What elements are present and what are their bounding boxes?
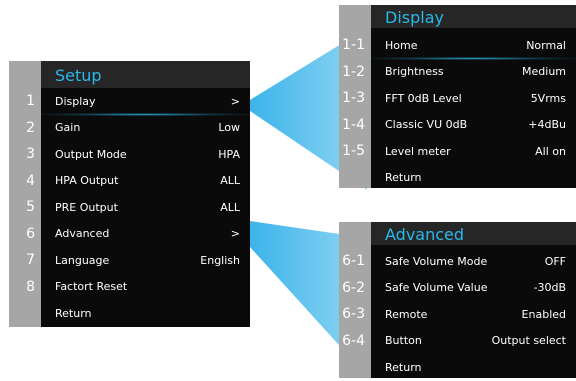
menu-item-label: Display <box>55 94 96 108</box>
menu-item[interactable]: Brightness Medium <box>371 59 576 86</box>
item-number: 6-1 <box>342 253 365 269</box>
item-number: 1 <box>26 93 35 109</box>
menu-item-label: Advanced <box>55 227 110 241</box>
menu-item-value: English <box>200 253 240 267</box>
item-number: 6 <box>26 225 35 242</box>
item-number: 1-5 <box>342 143 365 159</box>
menu-item-label: Language <box>55 253 110 267</box>
item-number: 4 <box>26 172 35 189</box>
menu-item[interactable]: HPA Output ALL <box>41 168 250 195</box>
menu-item[interactable]: Advanced > <box>41 221 250 248</box>
menu-item-value: +4dBu <box>528 118 566 132</box>
menu-item[interactable]: Factort Reset <box>41 274 250 301</box>
menu-item[interactable]: Button Output select <box>371 328 576 355</box>
item-number: 6-3 <box>342 306 365 322</box>
menu-item-label: Safe Volume Value <box>385 281 488 295</box>
menu-item-label: Remote <box>385 307 428 321</box>
menu-item[interactable]: Remote Enabled <box>371 301 576 328</box>
item-number: 2 <box>26 119 35 136</box>
display-gutter: 1-1 1-2 1-3 1-4 1-5 <box>339 5 371 188</box>
menu-item[interactable]: Return <box>371 354 576 381</box>
advanced-menu: Advanced Safe Volume Mode OFF Safe Volume … <box>371 222 576 378</box>
menu-item[interactable]: Language English <box>41 247 250 274</box>
menu-item[interactable]: Gain Low <box>41 115 250 142</box>
menu-item[interactable]: Display > <box>41 88 250 115</box>
menu-item-label: PRE Output <box>55 200 118 214</box>
menu-item-value: Medium <box>522 65 566 79</box>
menu-item-value: 5Vrms <box>530 91 566 105</box>
menu-item-value: > <box>230 227 240 241</box>
menu-item-value: Low <box>218 121 240 135</box>
menu-item-value: OFF <box>544 254 566 268</box>
menu-item-label: Home <box>385 38 418 52</box>
menu-item-label: Safe Volume Mode <box>385 254 488 268</box>
item-number: 1-1 <box>342 37 365 53</box>
item-number: 1-3 <box>342 90 365 106</box>
menu-item[interactable]: Level meter All on <box>371 138 576 165</box>
menu-item[interactable]: Home Normal <box>371 32 576 59</box>
setup-panel: 1 2 3 4 5 6 7 8 Setup Display > Gain Low Output Mod… <box>9 61 250 327</box>
menu-item-label: Button <box>385 334 422 348</box>
menu-item-value: Output select <box>491 334 566 348</box>
menu-item-value: Enabled <box>521 307 566 321</box>
menu-item[interactable]: Classic VU 0dB +4dBu <box>371 112 576 139</box>
menu-item-value: ALL <box>220 200 240 214</box>
menu-item[interactable]: FFT 0dB Level 5Vrms <box>371 85 576 112</box>
display-menu: Display Home Normal Brightness Medium FFT 0d… <box>371 5 576 188</box>
item-number: 1-2 <box>342 63 365 80</box>
menu-item-value: Normal <box>526 38 566 52</box>
advanced-panel: 6-1 6-2 6-3 6-4 Advanced Safe Volume Mode OF… <box>339 222 576 378</box>
menu-item[interactable]: Return <box>371 165 576 192</box>
item-number: 3 <box>26 146 35 162</box>
advanced-gutter: 6-1 6-2 6-3 6-4 <box>339 222 371 378</box>
item-number: 6-2 <box>342 279 365 296</box>
menu-item-value: HPA <box>218 147 240 161</box>
menu-item[interactable]: Return <box>41 300 250 327</box>
menu-item-label: Factort Reset <box>55 280 128 294</box>
setup-title: Setup <box>55 66 102 85</box>
item-number: 8 <box>26 278 35 295</box>
display-title: Display <box>385 8 444 27</box>
menu-item[interactable]: Safe Volume Mode OFF <box>371 248 576 275</box>
menu-item-label: HPA Output <box>55 174 119 188</box>
setup-gutter: 1 2 3 4 5 6 7 8 <box>9 61 41 327</box>
advanced-title: Advanced <box>385 225 465 244</box>
display-panel: 1-1 1-2 1-3 1-4 1-5 Display Home Normal Bright… <box>339 5 576 188</box>
item-number: 7 <box>26 252 35 268</box>
setup-menu: Setup Display > Gain Low Output Mode HPA HPA O… <box>41 61 250 327</box>
menu-item[interactable]: PRE Output ALL <box>41 194 250 221</box>
menu-item[interactable]: Output Mode HPA <box>41 141 250 168</box>
item-number: 6-4 <box>342 332 365 349</box>
menu-item-value: All on <box>535 144 566 158</box>
menu-item-label: Output Mode <box>55 147 127 161</box>
menu-item-value: > <box>230 94 240 108</box>
menu-item-label: Return <box>55 306 92 320</box>
menu-item-label: Level meter <box>385 144 451 158</box>
menu-item-value: -30dB <box>533 281 567 295</box>
menu-item-label: Brightness <box>385 65 444 79</box>
menu-item-label: Classic VU 0dB <box>385 118 468 132</box>
item-number: 1-4 <box>342 116 365 133</box>
menu-item-label: Gain <box>55 121 81 135</box>
menu-item-value: ALL <box>220 174 240 188</box>
item-number: 5 <box>26 199 35 215</box>
menu-item[interactable]: Safe Volume Value -30dB <box>371 275 576 302</box>
menu-item-label: Return <box>385 171 422 185</box>
menu-item-label: Return <box>385 360 422 374</box>
menu-item-label: FFT 0dB Level <box>385 91 462 105</box>
